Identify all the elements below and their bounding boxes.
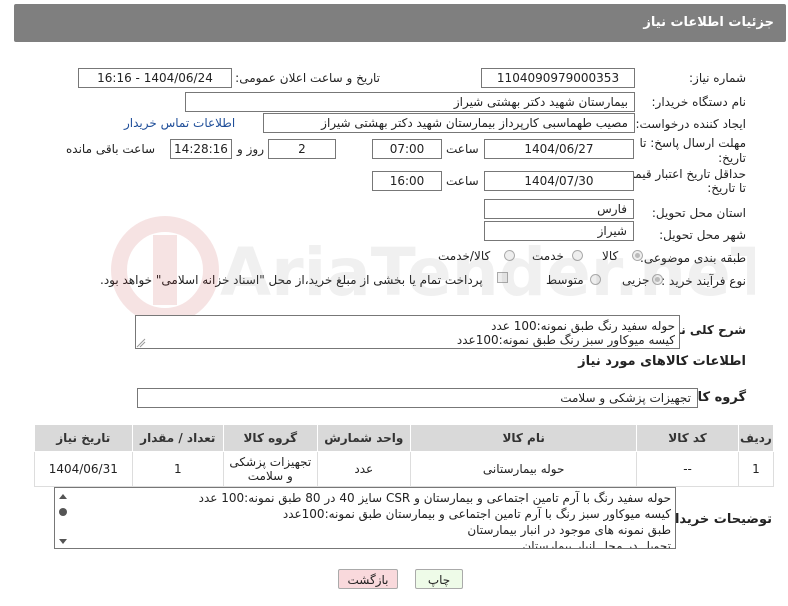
scroll-up-icon <box>59 494 67 499</box>
category-option-goods: کالا <box>602 249 619 263</box>
col-goods-group: گروه کالا <box>223 424 318 452</box>
requester-field: مصیب طهماسبی کارپرداز بیمارستان شهید دکت… <box>263 113 635 133</box>
purchase-radio-medium[interactable] <box>590 274 601 285</box>
buyer-notes-box[interactable]: حوله سفید رنگ با آرم تامین اجتماعی و بیم… <box>54 487 676 549</box>
cell-row-number: 1 <box>737 451 775 487</box>
resize-grip-icon[interactable] <box>136 338 146 348</box>
reply-hour-label: ساعت <box>446 142 479 156</box>
goods-table: ردیف کد کالا نام کالا واحد شمارش گروه کا… <box>34 424 775 487</box>
buyer-notes-label: توضیحات خریدار: <box>662 512 772 527</box>
table-row: 1 -- حوله بیمارستانی عدد تجهیزات پزشکی و… <box>34 451 775 487</box>
goods-group-field: تجهیزات پزشکی و سلامت <box>137 388 698 408</box>
goods-table-header: ردیف کد کالا نام کالا واحد شمارش گروه کا… <box>34 424 775 452</box>
general-description-box: حوله سفید رنگ طبق نمونه:100 عدد کیسه میو… <box>135 315 680 349</box>
price-hour-label: ساعت <box>446 174 479 188</box>
category-radio-goods-service[interactable] <box>504 250 515 261</box>
buyer-notes-line-3: طبق نمونه های موجود در انبار بیمارستان <box>467 523 671 537</box>
col-need-date: تاریخ نیاز <box>34 424 133 452</box>
day-and-label: روز و <box>237 142 264 156</box>
page-header: جزئیات اطلاعات نیاز <box>14 4 786 42</box>
purchase-option-minor: جزیی <box>622 273 650 287</box>
reply-deadline-label: مهلت ارسال پاسخ: تا <box>639 136 746 150</box>
category-label: طبقه بندی موضوعی: <box>639 251 746 265</box>
col-goods-code: کد کالا <box>636 424 739 452</box>
buyer-org-field: بیمارستان شهید دکتر بهشتی شیراز <box>185 92 635 112</box>
reply-time-field: 07:00 <box>372 139 442 159</box>
general-description-line-1: حوله سفید رنگ طبق نمونه:100 عدد <box>491 319 675 333</box>
payment-note: پرداخت تمام یا بخشی از مبلغ خرید،از محل … <box>100 273 483 287</box>
aria-tender-watermark: AriaTender.neT <box>111 216 755 324</box>
buyer-notes-line-1: حوله سفید رنگ با آرم تامین اجتماعی و بیم… <box>198 491 671 505</box>
buyer-notes-line-4: تحویل در محل انبار بیمارستان <box>522 539 671 549</box>
col-row-number: ردیف <box>737 424 775 452</box>
category-radio-goods[interactable] <box>632 250 643 261</box>
announce-datetime-label: تاریخ و ساعت اعلان عمومی: <box>235 71 380 85</box>
category-option-service: خدمت <box>532 249 564 263</box>
treasury-payment-checkbox[interactable] <box>497 272 508 283</box>
col-quantity: تعداد / مقدار <box>131 424 225 452</box>
scroll-down-icon <box>59 539 67 544</box>
page-title: جزئیات اطلاعات نیاز <box>643 15 774 30</box>
col-unit: واحد شمارش <box>316 424 412 452</box>
price-validity-label: حداقل تاریخ اعتبار قیمت: <box>619 167 746 181</box>
purchase-option-medium: متوسط <box>546 273 584 287</box>
general-description-line-2: کیسه میوکاور سبز رنگ طبق نمونه:100عدد <box>456 333 675 347</box>
requester-label: ایجاد کننده درخواست: <box>635 117 746 131</box>
cell-unit: عدد <box>316 451 412 487</box>
delivery-province-label: استان محل تحویل: <box>651 206 746 220</box>
remaining-time-label: ساعت باقی مانده <box>66 142 156 156</box>
category-option-goods-service: کالا/خدمت <box>438 249 491 263</box>
need-number-field: 1104090979000353 <box>481 68 635 88</box>
price-validity-label-2: تا تاریخ: <box>707 181 746 195</box>
print-button[interactable]: چاپ <box>415 569 463 589</box>
category-radio-service[interactable] <box>572 250 583 261</box>
price-time-field: 16:00 <box>372 171 442 191</box>
city-field: شیراز <box>484 221 634 241</box>
buyer-notes-line-2: کیسه میوکاور سبز رنگ با آرم تامین اجتماع… <box>282 507 671 521</box>
province-field: فارس <box>484 199 634 219</box>
cell-need-date: 1404/06/31 <box>34 451 133 487</box>
goods-info-title: اطلاعات کالاهای مورد نیاز <box>578 354 746 369</box>
reply-deadline-label-2: تاریخ: <box>718 151 746 165</box>
purchase-type-label: نوع فرآیند خرید : <box>661 274 746 288</box>
price-date-field: 1404/07/30 <box>484 171 634 191</box>
cell-goods-code: -- <box>636 451 739 487</box>
notes-scrollbar[interactable] <box>56 490 70 548</box>
cell-goods-group: تجهیزات پزشکی و سلامت <box>223 451 318 487</box>
cell-quantity: 1 <box>131 451 225 487</box>
remaining-time-field: 14:28:16 <box>170 139 232 159</box>
reply-days-field: 2 <box>268 139 336 159</box>
buyer-org-label: نام دستگاه خریدار: <box>651 95 747 109</box>
reply-date-field: 1404/06/27 <box>484 139 634 159</box>
cell-goods-name: حوله بیمارستانی <box>410 451 638 487</box>
purchase-radio-minor[interactable] <box>652 274 663 285</box>
need-number-label: شماره نیاز: <box>689 71 746 85</box>
back-button[interactable]: بازگشت <box>338 569 398 589</box>
buyer-contact-link[interactable]: اطلاعات تماس خریدار <box>124 116 235 130</box>
scroll-thumb <box>59 508 67 516</box>
col-goods-name: نام کالا <box>410 424 638 452</box>
delivery-city-label: شهر محل تحویل: <box>659 228 746 242</box>
announce-datetime-field: 1404/06/24 - 16:16 <box>78 68 232 88</box>
